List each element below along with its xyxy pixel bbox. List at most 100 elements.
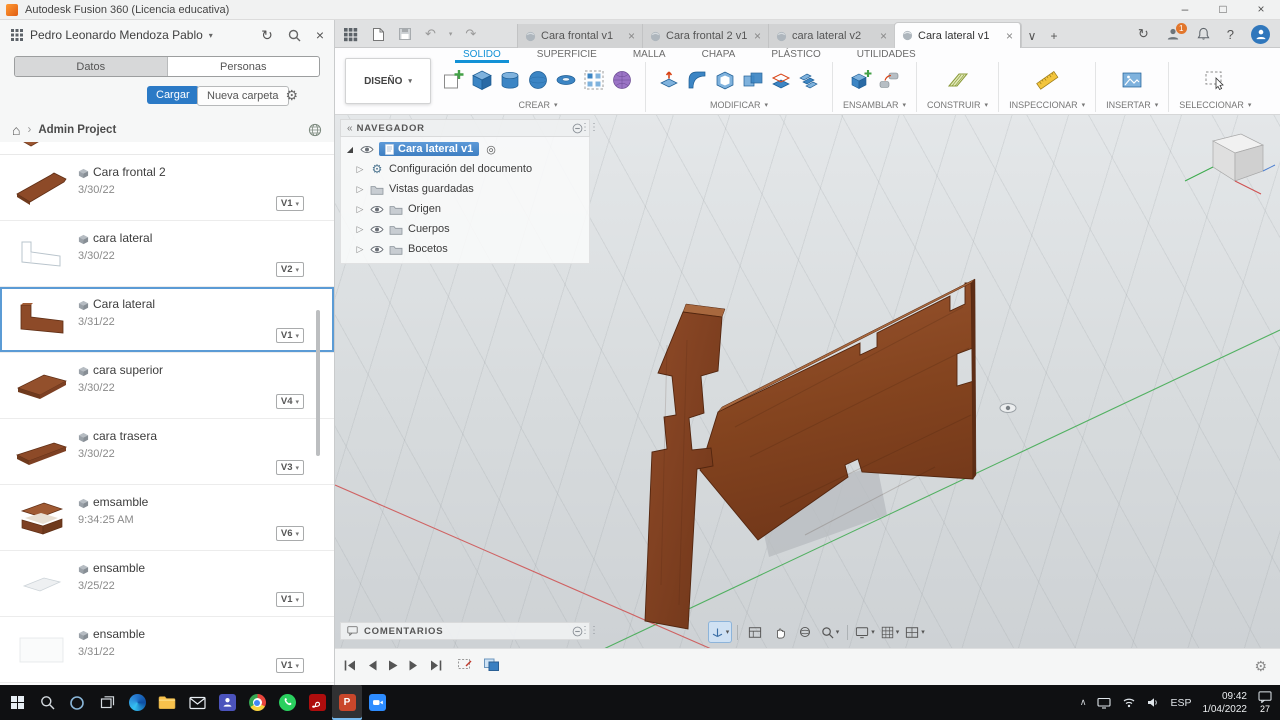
version-badge[interactable]: V2▾ <box>276 262 304 277</box>
wifi-icon[interactable] <box>1122 697 1136 708</box>
env-tab-malla[interactable]: MALLA <box>625 48 674 63</box>
pattern-icon[interactable] <box>581 65 607 95</box>
acrobat-icon[interactable] <box>302 685 332 720</box>
eye-icon[interactable] <box>360 144 374 155</box>
version-badge[interactable]: V1▾ <box>276 196 304 211</box>
task-view-icon[interactable] <box>92 685 122 720</box>
file-item[interactable]: ensamble 3/25/22 V1▾ <box>0 551 334 617</box>
expand-icon[interactable]: ▷ <box>355 224 365 235</box>
measure-icon[interactable] <box>1034 65 1060 95</box>
scrollbar-thumb[interactable] <box>316 310 320 456</box>
home-icon[interactable]: ⌂ <box>12 122 20 138</box>
box-icon[interactable] <box>469 65 495 95</box>
expand-icon[interactable]: ▷ <box>355 184 365 195</box>
timeline-marker-icon[interactable] <box>457 657 473 672</box>
eye-icon[interactable] <box>370 224 384 235</box>
help-icon[interactable]: ? <box>1227 27 1234 42</box>
group-label[interactable]: INSPECCIONAR▾ <box>1009 100 1085 110</box>
torus-icon[interactable] <box>553 65 579 95</box>
file-item-selected[interactable]: Cara lateral 3/31/22 V1▾ <box>0 287 334 353</box>
expand-icon[interactable]: ▷ <box>355 204 365 215</box>
new-folder-button[interactable]: Nueva carpeta <box>197 86 289 106</box>
group-label[interactable]: SELECCIONAR▾ <box>1179 100 1251 110</box>
sphere-icon[interactable] <box>525 65 551 95</box>
file-explorer-icon[interactable] <box>152 685 182 720</box>
version-badge[interactable]: V4▾ <box>276 394 304 409</box>
group-label[interactable]: CONSTRUIR▾ <box>927 100 988 110</box>
skip-start-icon[interactable] <box>343 659 357 672</box>
zoom-app-icon[interactable] <box>362 685 392 720</box>
powerpoint-icon[interactable]: P <box>332 685 362 720</box>
job-status-icon[interactable]: ↻ <box>1138 26 1149 42</box>
view-cube[interactable] <box>1185 134 1275 194</box>
action-center[interactable]: 27 <box>1258 691 1272 714</box>
file-item[interactable]: cara lateral 3/30/22 V2▾ <box>0 221 334 287</box>
origin-indicator-button[interactable]: ▾ <box>709 622 731 642</box>
display-settings-icon[interactable]: ▾ <box>854 622 876 642</box>
align-icon[interactable] <box>796 65 822 95</box>
env-tab-plastico[interactable]: PLÁSTICO <box>763 48 828 63</box>
tab-personas[interactable]: Personas <box>167 57 320 76</box>
clock[interactable]: 09:42 1/04/2022 <box>1203 690 1248 716</box>
env-tab-superficie[interactable]: SUPERFICIE <box>529 48 605 63</box>
file-item[interactable]: ensamble 3/31/22 V1▾ <box>0 617 334 683</box>
upload-button[interactable]: Cargar <box>147 86 199 104</box>
data-panel-toggle-icon[interactable] <box>343 27 358 42</box>
env-tab-chapa[interactable]: CHAPA <box>694 48 744 63</box>
browser-root-row[interactable]: ◢ Cara lateral v1 ◎ <box>341 139 589 159</box>
new-component-icon[interactable] <box>848 65 874 95</box>
whatsapp-icon[interactable] <box>272 685 302 720</box>
file-marker-button[interactable] <box>744 622 766 642</box>
zoom-icon[interactable]: ▾ <box>819 622 841 642</box>
create-sketch-icon[interactable] <box>441 65 467 95</box>
shell-icon[interactable] <box>712 65 738 95</box>
expand-icon[interactable]: ▷ <box>355 244 365 255</box>
undo-icon[interactable]: ↶ <box>425 26 436 42</box>
env-tab-utilidades[interactable]: UTILIDADES <box>849 48 924 63</box>
offset-face-icon[interactable] <box>768 65 794 95</box>
group-label[interactable]: ENSAMBLAR▾ <box>843 100 906 110</box>
document-tab[interactable]: Cara frontal 2 v1 × <box>643 24 769 48</box>
tab-datos[interactable]: Datos <box>15 57 167 76</box>
close-tab-icon[interactable]: × <box>880 29 887 43</box>
panel-settings-gear-icon[interactable]: ⚙ <box>285 87 298 104</box>
maximize-button[interactable]: □ <box>1204 0 1242 20</box>
version-badge[interactable]: V1▾ <box>276 592 304 607</box>
app-grid-icon[interactable] <box>10 28 24 42</box>
close-tab-icon[interactable]: × <box>628 29 635 43</box>
language-indicator[interactable]: ESP <box>1170 697 1191 709</box>
drag-handle-icon[interactable]: ⋮⋮ <box>580 122 598 133</box>
user-name[interactable]: Pedro Leonardo Mendoza Pablo <box>30 28 203 42</box>
close-window-button[interactable]: × <box>1242 0 1280 20</box>
construction-plane-icon[interactable] <box>945 65 971 95</box>
group-label[interactable]: INSERTAR▾ <box>1106 100 1158 110</box>
collapse-icon[interactable]: « <box>347 123 351 134</box>
save-icon[interactable] <box>398 27 412 41</box>
expand-icon[interactable]: ▷ <box>355 164 365 175</box>
project-name[interactable]: Admin Project <box>38 124 116 136</box>
file-item[interactable]: cara trasera 3/30/22 V3▾ <box>0 419 334 485</box>
undo-chevron-icon[interactable]: ▾ <box>449 30 453 38</box>
notifications-person-icon[interactable]: 1 <box>1166 27 1180 41</box>
file-item[interactable]: emsamble 9:34:25 AM V6▾ <box>0 485 334 551</box>
browser-row[interactable]: ▷ Origen <box>341 199 589 219</box>
browser-row[interactable]: ▷ Bocetos <box>341 239 589 259</box>
combine-icon[interactable] <box>740 65 766 95</box>
start-button[interactable] <box>2 685 32 720</box>
timeline-feature-icon[interactable] <box>483 657 500 672</box>
step-back-icon[interactable] <box>366 659 378 672</box>
teams-icon[interactable] <box>212 685 242 720</box>
fillet-icon[interactable] <box>684 65 710 95</box>
activate-component-icon[interactable]: ◎ <box>486 143 496 156</box>
eye-icon[interactable] <box>370 244 384 255</box>
joint-icon[interactable] <box>876 65 902 95</box>
eye-icon[interactable] <box>370 204 384 215</box>
redo-icon[interactable]: ↷ <box>465 26 476 42</box>
grid-settings-icon[interactable]: ▾ <box>879 622 901 642</box>
browser-header[interactable]: « NAVEGADOR ⋮⋮ <box>340 119 590 137</box>
minimize-button[interactable]: – <box>1166 0 1204 20</box>
browser-root-item[interactable]: Cara lateral v1 <box>379 142 479 156</box>
viewports-icon[interactable]: ▾ <box>904 622 926 642</box>
comments-panel[interactable]: COMENTARIOS ⋮⋮ <box>340 622 590 640</box>
display-tray-icon[interactable] <box>1097 697 1111 709</box>
